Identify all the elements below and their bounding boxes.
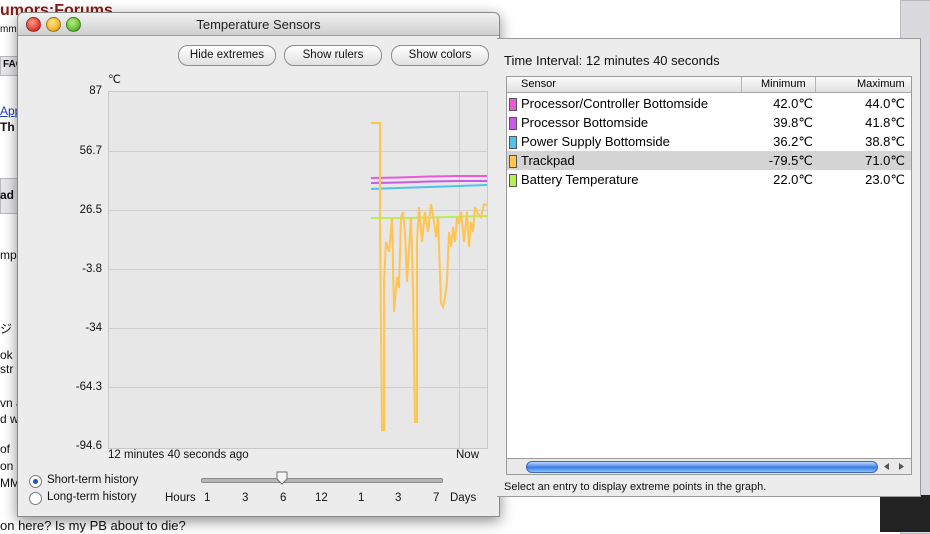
series-line-power-supply xyxy=(370,184,488,190)
color-swatch xyxy=(509,117,517,130)
y-tick-label: -64.3 xyxy=(75,381,102,393)
table-row[interactable]: Battery Temperature 22.0℃ 23.0℃ xyxy=(507,170,911,189)
hours-label: Hours xyxy=(165,492,196,504)
color-swatch xyxy=(509,174,517,187)
hide-extremes-button[interactable]: Hide extremes xyxy=(178,45,276,66)
series-line-processor-controller xyxy=(370,175,487,179)
show-colors-button[interactable]: Show colors xyxy=(391,45,489,66)
table-row[interactable]: Processor Bottomside 39.8℃ 41.8℃ xyxy=(507,113,911,132)
slider-tick-label: 12 xyxy=(315,492,328,504)
sensor-minimum: 36.2℃ xyxy=(773,134,813,149)
slider-tick-label: 3 xyxy=(395,492,402,504)
x-axis-end-label: Now xyxy=(456,449,480,461)
horizontal-scrollbar[interactable] xyxy=(506,458,912,475)
slider-tick-label: 1 xyxy=(358,492,365,504)
days-label: Days xyxy=(450,492,477,504)
long-term-label[interactable]: Long-term history xyxy=(47,491,136,503)
column-header-minimum[interactable]: Minimum xyxy=(761,78,806,90)
y-tick-label: -3.8 xyxy=(82,263,102,275)
table-row[interactable]: Processor/Controller Bottomside 42.0℃ 44… xyxy=(507,94,911,113)
y-tick-label: 56.7 xyxy=(79,145,102,157)
sensor-minimum: -79.5℃ xyxy=(768,153,813,168)
color-swatch xyxy=(509,136,517,149)
scroll-left-icon[interactable] xyxy=(881,461,893,472)
scrollbar-thumb[interactable] xyxy=(526,461,878,473)
thread-heading-fragment: Th xyxy=(0,120,15,134)
sensor-minimum: 42.0℃ xyxy=(773,96,813,111)
history-slider-track[interactable] xyxy=(201,478,443,483)
sensor-name: Trackpad xyxy=(521,153,575,168)
slider-tick-label: 7 xyxy=(433,492,440,504)
column-separator[interactable] xyxy=(741,77,742,92)
column-separator[interactable] xyxy=(815,77,816,92)
sensor-name: Processor/Controller Bottomside xyxy=(521,96,709,111)
sensor-minimum: 39.8℃ xyxy=(773,115,813,130)
sensor-maximum: 71.0℃ xyxy=(865,153,905,168)
show-rulers-button[interactable]: Show rulers xyxy=(284,45,382,66)
sensor-name: Processor Bottomside xyxy=(521,115,649,130)
sensor-name: Power Supply Bottomside xyxy=(521,134,670,149)
y-tick-label: 26.5 xyxy=(79,204,102,216)
text-fragment: on xyxy=(0,459,14,473)
y-tick-label: 87 xyxy=(89,85,102,97)
short-term-label[interactable]: Short-term history xyxy=(47,474,138,486)
long-term-radio[interactable] xyxy=(29,492,42,505)
text-fragment: of xyxy=(0,442,11,456)
color-swatch xyxy=(509,155,517,168)
y-tick-label: -94.6 xyxy=(75,440,102,452)
series-line-trackpad xyxy=(371,122,488,431)
column-header-sensor[interactable]: Sensor xyxy=(521,78,556,90)
thread-title-fragment: ad xyxy=(0,188,15,202)
scroll-right-icon[interactable] xyxy=(895,461,907,472)
sensor-minimum: 22.0℃ xyxy=(773,172,813,187)
temperature-sensors-window: Temperature Sensors Hide extremes Show r… xyxy=(17,12,500,517)
sensor-maximum: 44.0℃ xyxy=(865,96,905,111)
slider-tick-label: 3 xyxy=(242,492,249,504)
table-row[interactable]: Power Supply Bottomside 36.2℃ 38.8℃ xyxy=(507,132,911,151)
table-header: Sensor Minimum Maximum xyxy=(507,77,911,93)
slider-knob-icon[interactable] xyxy=(276,471,288,485)
sensor-maximum: 23.0℃ xyxy=(865,172,905,187)
status-text: Select an entry to display extreme point… xyxy=(504,481,767,493)
title-bar[interactable]: Temperature Sensors xyxy=(18,13,499,36)
sensor-drawer: Time Interval: 12 minutes 40 seconds Sen… xyxy=(497,38,921,497)
series-line-processor xyxy=(370,180,487,184)
text-fragment: on here? Is my PB about to die? xyxy=(0,518,186,533)
sensor-maximum: 38.8℃ xyxy=(865,134,905,149)
sensor-table[interactable]: Sensor Minimum Maximum Processor/Control… xyxy=(506,76,912,461)
unit-label: ℃ xyxy=(108,74,121,86)
table-row-selected[interactable]: Trackpad -79.5℃ 71.0℃ xyxy=(507,151,911,170)
temperature-graph-svg xyxy=(109,92,488,448)
slider-tick-label: 1 xyxy=(204,492,211,504)
short-term-radio[interactable] xyxy=(29,475,42,488)
text-fragment: str xyxy=(0,362,14,376)
text-fragment: ok xyxy=(0,348,13,362)
sensor-name: Battery Temperature xyxy=(521,172,639,187)
text-fragment: ジ xyxy=(0,322,13,336)
column-header-maximum[interactable]: Maximum xyxy=(857,78,905,90)
time-interval-label: Time Interval: 12 minutes 40 seconds xyxy=(504,53,720,68)
bg-dark-region xyxy=(880,495,930,532)
temperature-graph[interactable] xyxy=(108,91,488,449)
y-tick-label: -34 xyxy=(85,322,102,334)
text-fragment: d w xyxy=(0,412,19,426)
sensor-maximum: 41.8℃ xyxy=(865,115,905,130)
x-axis-start-label: 12 minutes 40 seconds ago xyxy=(108,449,249,461)
text-fragment: mp xyxy=(0,248,17,262)
color-swatch xyxy=(509,98,517,111)
window-title: Temperature Sensors xyxy=(196,17,321,32)
slider-tick-label: 6 xyxy=(280,492,287,504)
